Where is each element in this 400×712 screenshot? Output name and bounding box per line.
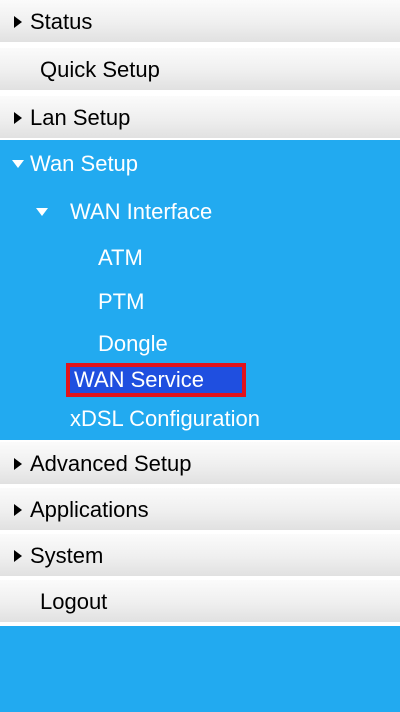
- menu-item-ptm[interactable]: PTM: [98, 280, 144, 324]
- menu-item-applications[interactable]: Applications: [0, 488, 400, 532]
- triangle-right-icon: [14, 550, 22, 562]
- menu-item-quick-setup[interactable]: Quick Setup: [0, 48, 400, 92]
- menu-item-applications-label: Applications: [30, 497, 149, 522]
- triangle-right-icon: [14, 504, 22, 516]
- menu-item-system[interactable]: System: [0, 534, 400, 578]
- menu-item-wan-interface-label: WAN Interface: [70, 199, 213, 224]
- menu-item-wan-setup[interactable]: Wan Setup: [0, 142, 400, 186]
- menu-bottom-filler: [0, 626, 400, 712]
- menu-item-quick-setup-label: Quick Setup: [40, 57, 160, 82]
- menu-item-wan-interface[interactable]: WAN Interface: [0, 190, 400, 234]
- menu-item-system-label: System: [30, 543, 104, 568]
- triangle-down-icon: [36, 208, 48, 216]
- menu-item-status-label: Status: [30, 9, 93, 34]
- menu-item-xdsl-configuration[interactable]: xDSL Configuration: [70, 397, 260, 441]
- triangle-right-icon: [14, 16, 22, 28]
- menu-item-lan-setup-label: Lan Setup: [30, 105, 131, 130]
- menu-item-wan-service[interactable]: WAN Service: [74, 358, 204, 402]
- menu-item-atm[interactable]: ATM: [98, 236, 143, 280]
- menu-item-lan-setup[interactable]: Lan Setup: [0, 96, 400, 140]
- triangle-down-icon: [12, 160, 24, 168]
- menu-item-advanced-setup-label: Advanced Setup: [30, 451, 192, 476]
- menu-item-logout[interactable]: Logout: [0, 580, 400, 624]
- menu-item-advanced-setup[interactable]: Advanced Setup: [0, 442, 400, 486]
- side-navigation-menu: Status Quick Setup Lan Setup Wan Setup W…: [0, 0, 400, 712]
- menu-item-logout-label: Logout: [40, 589, 108, 614]
- menu-item-wan-setup-label: Wan Setup: [30, 151, 139, 176]
- menu-item-status[interactable]: Status: [0, 0, 400, 44]
- triangle-right-icon: [14, 112, 22, 124]
- triangle-right-icon: [14, 458, 22, 470]
